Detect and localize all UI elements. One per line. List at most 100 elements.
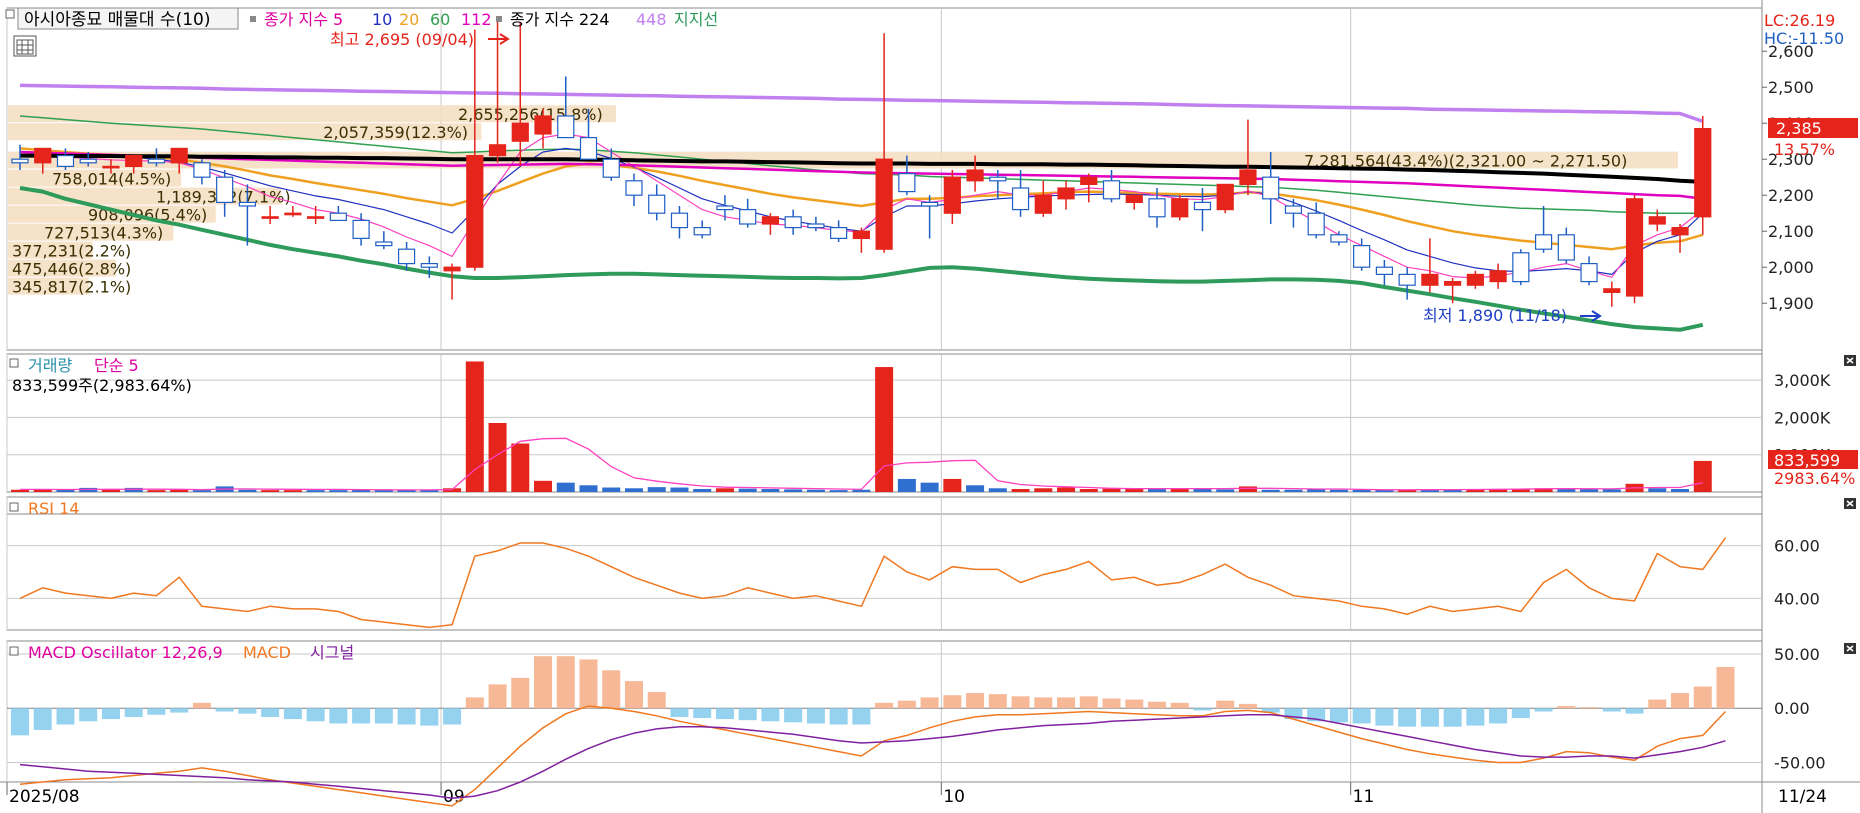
macd-oscillator-bar [966,693,985,709]
collapse-toggle-volume[interactable] [9,358,19,368]
macd-oscillator-bar [443,708,462,725]
volume-change-pct: 2983.64% [1774,469,1855,488]
macd-oscillator-bar [1534,708,1553,712]
macd-oscillator-bar [1557,706,1576,709]
close-icon-macd[interactable] [1844,643,1856,654]
candle-body [375,241,393,247]
volume-bar [306,490,325,492]
legend-ma224[interactable]: 종가 지수 224 [510,10,610,29]
legend-rsi[interactable]: RSI 14 [28,499,79,518]
legend-ma20[interactable]: 20 [399,10,419,29]
collapse-toggle-rsi[interactable] [9,502,19,512]
candle-body [284,212,302,216]
volume-bar [33,489,52,492]
candle-body [807,223,825,229]
macd-oscillator-bar [715,708,734,720]
volume-value: 833,599주(2,983.64%) [12,376,192,395]
macd-oscillator-bar [1238,703,1257,709]
close-icon-rsi[interactable] [1844,498,1856,509]
candle-body [989,176,1007,182]
candle-body [1057,187,1075,200]
volume-bar [238,489,257,492]
macd-oscillator-bar [829,708,848,725]
macd-oscillator-bar [556,656,575,709]
macd-oscillator-bar [1148,701,1166,709]
macd-oscillator-bar [784,708,803,723]
candle-body [693,227,711,236]
macd-oscillator-bar [1057,697,1076,709]
volume-bar [1238,486,1257,492]
stock-chart[interactable]: 2025/08 09 10 111,9002,0002,1002,2002,3002,… [0,0,1860,813]
volume-bar [579,485,598,492]
table-toggle-button[interactable] [13,35,37,57]
legend-volume-ma[interactable]: 단순 5 [94,356,139,375]
macd-oscillator-bar [1671,693,1690,709]
macd-oscillator-bar [1602,708,1621,712]
candle-body [625,180,643,196]
macd-oscillator-bar [420,708,439,726]
macd-oscillator-bar [215,708,234,712]
candle-body [466,155,484,268]
candle-body [329,212,347,221]
legend-ma112[interactable]: 112 [461,10,492,29]
collapse-toggle-macd[interactable] [9,646,19,656]
volume-bar [192,490,211,492]
candle-body [79,158,97,164]
macd-oscillator-bar [306,708,325,722]
volume-bar [602,487,621,492]
candle-body [1580,263,1598,283]
candle-body [1148,198,1166,218]
macd-oscillator-bar [1216,700,1235,709]
collapse-toggle-price[interactable] [5,9,15,19]
price-tick-label: 2,500 [1768,78,1814,97]
volume-bar [738,488,757,492]
macd-oscillator-bar [1625,708,1644,714]
macd-oscillator-bar [1443,708,1462,727]
macd-oscillator-bar [352,708,371,724]
volume-bar [170,489,189,492]
volume-bar [829,490,848,492]
macd-oscillator-bar [238,708,257,714]
hc-label: HC:-11.50 [1764,29,1844,48]
candle-body [1216,183,1234,211]
macd-oscillator-bar [1398,708,1417,727]
volume-bar [943,478,962,492]
volume-bar [852,489,871,492]
candle-body [238,201,256,207]
x-tick-label: 2025/08 [9,787,80,807]
candle-body [1444,281,1462,286]
volume-profile-label: 377,231(2.2%) [12,242,131,261]
legend-ma60[interactable]: 60 [430,10,450,29]
legend-ma10[interactable]: 10 [372,10,392,29]
candle-body [784,216,802,229]
candle-body [1262,176,1280,200]
candle-body [739,209,757,225]
legend-ma448[interactable]: 448 [636,10,667,29]
legend-ma5[interactable]: 종가 지수 5 [264,10,343,29]
candle-body [579,137,598,160]
volume-bar [261,490,280,492]
macd-oscillator-bar [79,708,98,722]
price-tick-label: 2,200 [1768,186,1814,205]
volume-bar [283,490,302,492]
legend-support[interactable]: 지지선 [674,10,718,29]
macd-tick-label: -50.00 [1774,753,1826,772]
x-tick-label: 11 [1353,787,1375,807]
macd-oscillator-bar [806,708,825,724]
candle-body [1466,273,1484,286]
volume-bar [1079,489,1098,492]
macd-oscillator-bar [693,708,712,719]
legend-macd-osc[interactable]: MACD Oscillator 12,26,9 [28,643,223,662]
volume-profile-label: 2,655,256(15.8%) [458,105,603,124]
legend-macd[interactable]: MACD [243,643,291,662]
legend-volume[interactable]: 거래량 [28,356,72,375]
volume-bar [511,443,530,492]
legend-signal[interactable]: 시그널 [310,643,354,662]
close-icon-volume[interactable] [1844,355,1856,366]
candle-body [1011,187,1030,211]
macd-oscillator-bar [261,708,280,717]
volume-bar [1329,489,1348,492]
candle-body [648,194,666,214]
price-title[interactable]: 아시아종묘 매물대 수(10) [24,10,210,30]
candle-body [1307,212,1325,236]
